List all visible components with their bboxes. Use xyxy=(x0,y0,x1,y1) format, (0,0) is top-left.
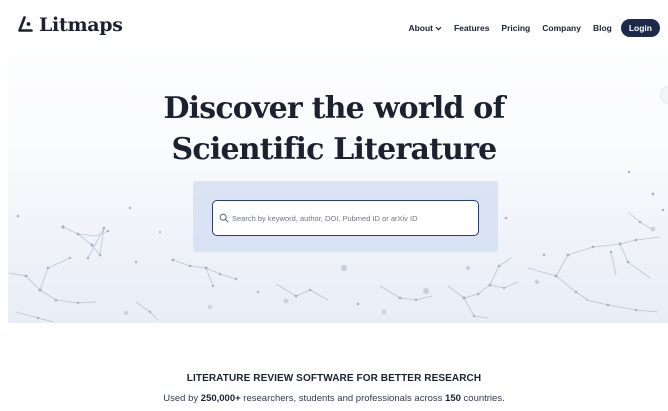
search-input[interactable] xyxy=(232,213,472,223)
hero-title-line-2: Scientific Literature xyxy=(171,132,498,167)
hero-title-line-1: Discover the world of xyxy=(163,91,505,126)
litmaps-logo-icon xyxy=(18,16,33,32)
page: Litmaps About Features Pricing Company B… xyxy=(0,0,668,411)
search-box[interactable] xyxy=(212,200,479,236)
nav-company[interactable]: Company xyxy=(542,23,581,33)
usage-stats: Used by 250,000+ researchers, students a… xyxy=(0,393,668,404)
top-navigation: About Features Pricing Company Blog Logi… xyxy=(408,19,660,37)
stats-users-count: 250,000+ xyxy=(200,393,241,404)
brand-name: Litmaps xyxy=(39,14,123,36)
nav-blog[interactable]: Blog xyxy=(593,23,612,33)
stats-prefix: Used by xyxy=(163,393,201,404)
stats-countries-count: 150 xyxy=(445,393,461,404)
stats-suffix: countries. xyxy=(460,393,505,404)
stats-middle: researchers, students and professionals … xyxy=(240,393,446,404)
section-tagline: LITERATURE REVIEW SOFTWARE FOR BETTER RE… xyxy=(186,373,482,384)
litmaps-logo[interactable]: Litmaps xyxy=(17,14,123,36)
search-icon xyxy=(219,213,229,223)
login-button[interactable]: Login xyxy=(620,19,660,37)
nav-about-label: About xyxy=(408,23,433,33)
nav-pricing[interactable]: Pricing xyxy=(501,23,530,33)
nav-features[interactable]: Features xyxy=(454,23,489,33)
nav-about[interactable]: About xyxy=(408,23,442,33)
chevron-down-icon xyxy=(435,26,442,30)
